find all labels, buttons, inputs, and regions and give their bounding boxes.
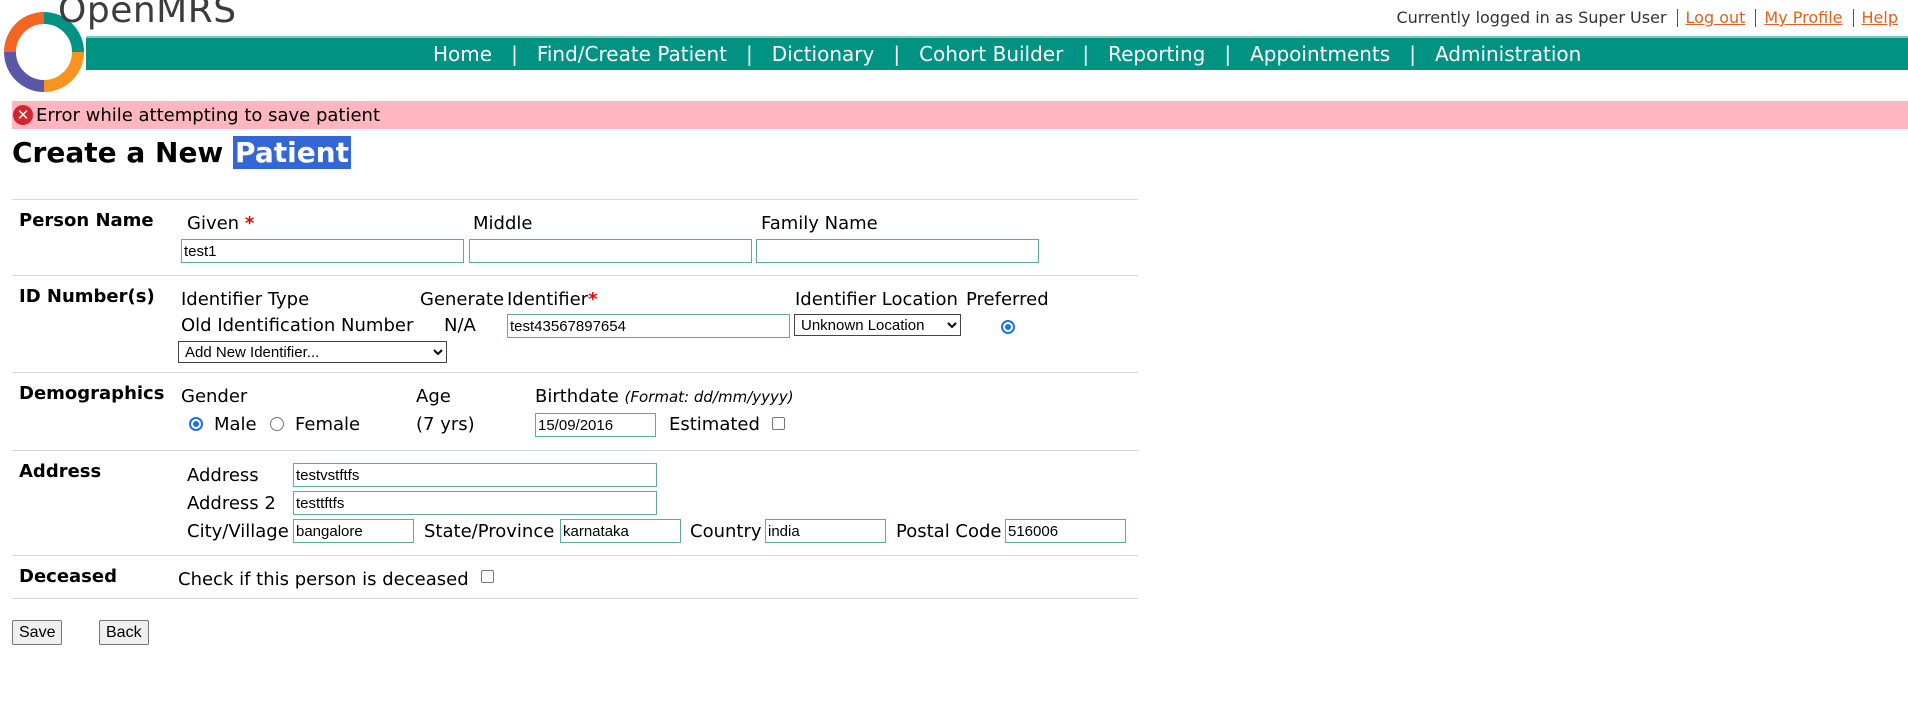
selected-text: Patient (233, 136, 352, 169)
address-input[interactable] (293, 463, 657, 487)
page-title: Create a New Patient (12, 136, 352, 169)
nav-administration[interactable]: Administration (1434, 42, 1582, 66)
estimated-checkbox[interactable] (772, 417, 785, 430)
person-name-section: Person Name (19, 210, 154, 231)
back-button[interactable]: Back (99, 620, 149, 645)
female-label: Female (295, 414, 361, 435)
country-input[interactable] (765, 519, 886, 543)
city-label: City/Village (187, 521, 289, 542)
preferred-header: Preferred (966, 289, 1049, 310)
address2-label: Address 2 (187, 493, 276, 514)
identifier-input[interactable] (507, 314, 790, 338)
gender-male-radio[interactable] (189, 417, 203, 431)
logged-in-text: Currently logged in as Super User (1396, 8, 1667, 27)
nav-cohort-builder[interactable]: Cohort Builder (918, 42, 1064, 66)
given-name-input[interactable] (181, 239, 464, 263)
birthdate-input[interactable] (535, 413, 656, 437)
generate-header: Generate (420, 289, 505, 310)
city-input[interactable] (293, 519, 414, 543)
country-label: Country (690, 521, 762, 542)
logout-link[interactable]: Log out (1686, 8, 1746, 27)
generate-value: N/A (444, 315, 476, 336)
main-nav: Home | Find/Create Patient | Dictionary | C… (432, 42, 1582, 66)
estimated-label: Estimated (669, 414, 760, 435)
birthdate-label: Birthdate (Format: dd/mm/yyyy) (535, 386, 794, 407)
postal-code-input[interactable] (1005, 519, 1126, 543)
deceased-checkbox[interactable] (481, 570, 494, 583)
error-message: Error while attempting to save patient (36, 104, 381, 126)
age-value: (7 yrs) (416, 414, 475, 435)
nav-appointments[interactable]: Appointments (1249, 42, 1391, 66)
male-label: Male (214, 414, 257, 435)
nav-reporting[interactable]: Reporting (1107, 42, 1206, 66)
deceased-section: Deceased (19, 566, 117, 587)
state-input[interactable] (560, 519, 681, 543)
nav-home[interactable]: Home (432, 42, 493, 66)
address-label: Address (187, 465, 259, 486)
preferred-radio[interactable] (1001, 320, 1015, 334)
gender-female-radio[interactable] (270, 417, 284, 431)
identifier-type-value: Old Identification Number (181, 315, 414, 336)
address-section: Address (19, 461, 102, 482)
user-bar: Currently logged in as Super User Log ou… (1396, 8, 1898, 27)
deceased-check-label: Check if this person is deceased (178, 569, 469, 590)
identifier-type-header: Identifier Type (181, 289, 310, 310)
nav-dictionary[interactable]: Dictionary (771, 42, 876, 66)
help-link[interactable]: Help (1862, 8, 1898, 27)
nav-find-create-patient[interactable]: Find/Create Patient (536, 42, 728, 66)
identifier-header: Identifier* (507, 289, 598, 310)
id-numbers-section: ID Number(s) (19, 286, 155, 307)
error-icon: ✕ (13, 105, 33, 125)
gender-label: Gender (181, 386, 248, 407)
brand-name: OpenMRS (58, 0, 237, 31)
demographics-section: Demographics (19, 383, 165, 404)
given-label: Given * (187, 213, 255, 234)
family-name-label: Family Name (761, 213, 878, 234)
save-button[interactable]: Save (12, 620, 63, 645)
add-new-identifier-select[interactable]: Add New Identifier... (178, 341, 447, 363)
state-label: State/Province (424, 521, 555, 542)
identifier-location-header: Identifier Location (795, 289, 958, 310)
identifier-location-select[interactable]: Unknown Location (794, 314, 961, 336)
error-banner: ✕ Error while attempting to save patient (12, 101, 1908, 129)
my-profile-link[interactable]: My Profile (1764, 8, 1842, 27)
middle-name-input[interactable] (469, 239, 752, 263)
postal-code-label: Postal Code (896, 521, 1002, 542)
address2-input[interactable] (293, 491, 657, 515)
family-name-input[interactable] (756, 239, 1039, 263)
age-label: Age (416, 386, 451, 407)
middle-label: Middle (473, 213, 533, 234)
